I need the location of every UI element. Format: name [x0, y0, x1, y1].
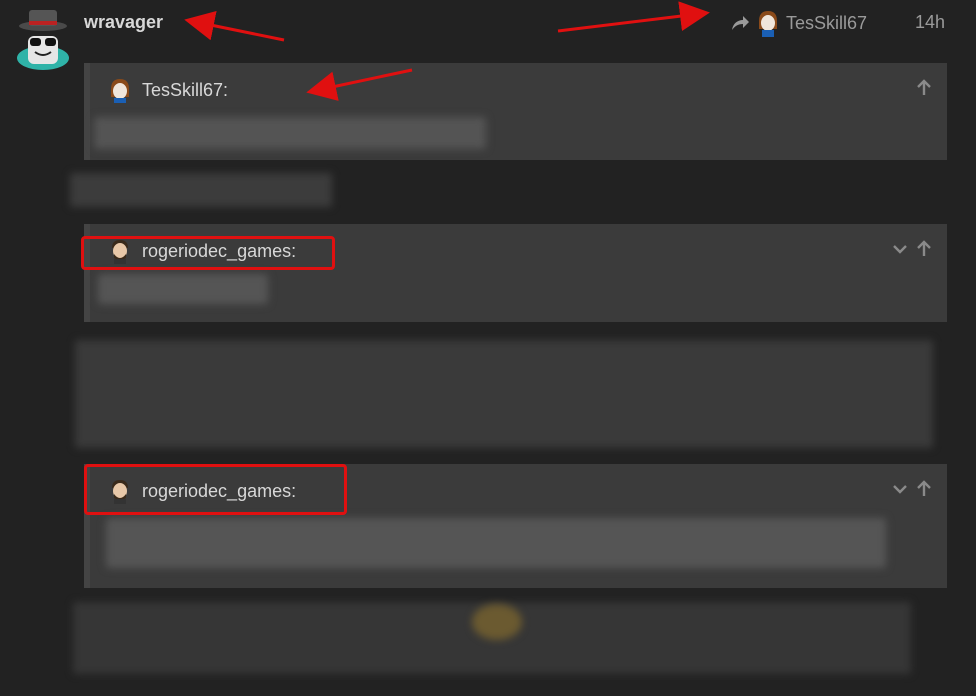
annotation-arrow: [557, 1, 710, 33]
annotation-arrow: [184, 10, 285, 42]
annotation-arrows: [184, 1, 710, 101]
annotation-arrow: [306, 68, 413, 101]
